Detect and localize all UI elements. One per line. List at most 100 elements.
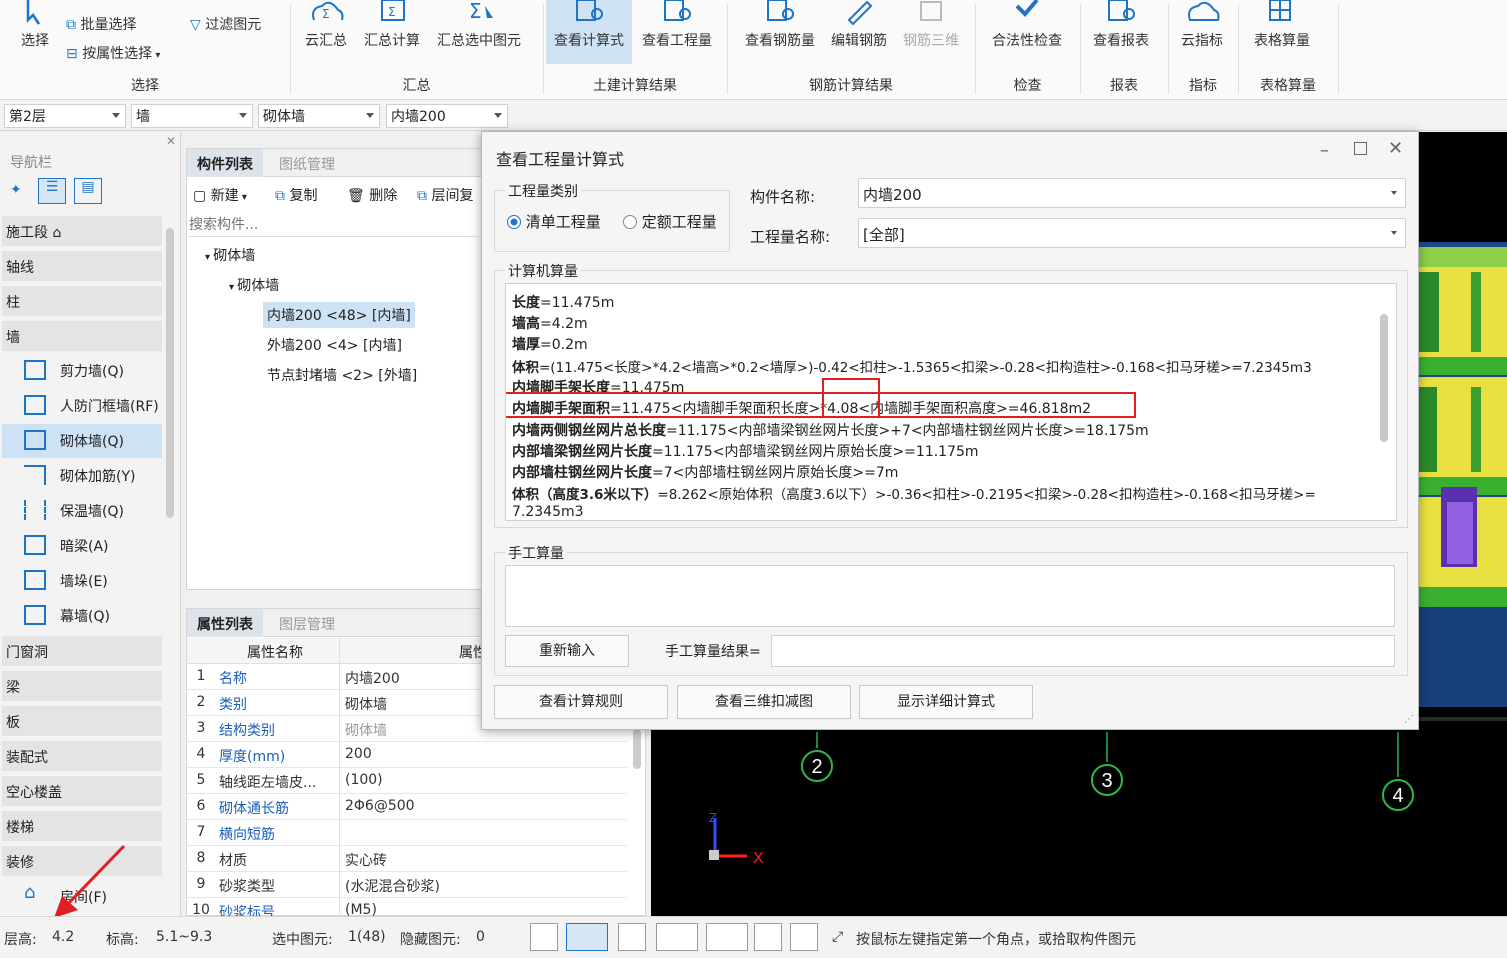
reenter-button[interactable]: 重新输入 [505,635,629,667]
property-row[interactable]: 4 厚度(mm) 200 [187,742,627,768]
subtype-select[interactable]: 砌体墙 [258,104,380,128]
validity-check-button[interactable]: 合法性检查 [984,0,1070,64]
copy-button[interactable]: ⧉ 复制 [275,185,317,205]
maximize-icon[interactable] [1354,142,1367,155]
view-report-button[interactable]: 查看报表 [1086,0,1156,64]
property-row[interactable]: 7 横向短筋 [187,820,627,846]
cloud-index-button[interactable]: 云指标 [1172,0,1232,64]
nav-category-axis[interactable]: 轴线 [2,251,162,281]
rebar-3d-button[interactable]: 钢筋三维 [898,0,964,64]
property-row[interactable]: 8 材质 实心砖 [187,846,627,872]
ortho-toggle-icon[interactable] [530,923,558,951]
edit-rebar-label: 编辑钢筋 [831,33,887,49]
tab-property-list[interactable]: 属性列表 [187,609,263,637]
nav-item-shear-wall[interactable]: 剪力墙(Q) [2,354,162,388]
view-rebar-button[interactable]: 查看钢筋量 [738,0,822,64]
tree-node-root[interactable]: ▾ 砌体墙 [205,245,255,265]
manual-result-field[interactable] [771,635,1395,667]
offset-snap-icon[interactable] [706,923,748,951]
pin-icon[interactable]: ✦ [10,182,22,198]
floor-select[interactable]: 第2层 [4,104,126,128]
property-row[interactable]: 6 砌体通长筋 2Φ6@500 [187,794,627,820]
component-select[interactable]: 内墙200 [386,104,508,128]
minimize-icon[interactable]: – [1320,140,1329,161]
filter-element-button[interactable]: ▽ 过滤图元 [190,14,261,34]
filter-label: 过滤图元 [205,17,262,33]
new-button[interactable]: ▢ 新建 ▾ [193,185,247,205]
nav-category-stairs[interactable]: 楼梯 [2,811,162,841]
show-detailed-formula-button[interactable]: 显示详细计算式 [859,685,1033,719]
view-calc-rules-button[interactable]: 查看计算规则 [494,685,668,719]
select-button[interactable]: 选择 [14,0,56,64]
layer-copy-button[interactable]: ⧉ 层间复 [417,185,473,205]
tab-layer-management[interactable]: 图层管理 [269,609,345,637]
batch-select-button[interactable]: ⧉ 批量选择 [66,14,136,34]
type-select[interactable]: 墙 [131,104,253,128]
floor-value: 第2层 [9,109,46,125]
component-search-input[interactable] [189,213,479,237]
edit-rebar-button[interactable]: 编辑钢筋 [826,0,892,64]
summary-calc-button[interactable]: Σ 汇总计算 [360,0,424,64]
list-view-icon[interactable]: ☰ [38,178,66,204]
view-3d-deduction-button[interactable]: 查看三维扣减图 [677,685,851,719]
nav-category-beam[interactable]: 梁 [2,671,162,701]
nav-scrollbar[interactable] [166,228,174,518]
tree-item[interactable]: 外墙200 <4> [内墙] [267,335,402,355]
nav-item-masonry-rebar[interactable]: 砌体加筋(Y) [2,459,162,493]
property-scrollbar[interactable] [633,729,641,769]
property-row[interactable]: 5 轴线距左墙皮... (100) [187,768,627,794]
nav-item-civil-defense-wall[interactable]: 人防门框墙(RF) [2,389,162,423]
radio-quota-quantity[interactable]: 定额工程量 [623,211,717,232]
nav-category-wall[interactable]: 墙 [2,321,162,351]
display-toggle-icon[interactable] [754,923,782,951]
tab-drawing-management[interactable]: 图纸管理 [269,149,345,177]
quantity-name-select[interactable]: [全部] [858,218,1406,248]
radio-bill-quantity[interactable]: 清单工程量 [507,211,601,232]
nav-title: 导航栏 [10,155,52,171]
select-label: 选择 [21,33,49,49]
formula-text-area[interactable]: 长度=11.475m 墙高=4.2m 墙厚=0.2m 体积=(11.475<长度… [505,283,1397,521]
nav-item-masonry-wall[interactable]: 砌体墙(Q) [2,424,162,458]
tree-item-selected[interactable]: 内墙200 <48> [内墙] [263,302,415,328]
property-name: 名称 [219,671,247,687]
nav-item-label: 暗梁(A) [60,539,109,555]
manual-calc-input[interactable] [505,565,1395,627]
nav-item-hidden-beam[interactable]: 暗梁(A) [2,529,162,563]
cross-select-icon[interactable] [618,923,646,951]
axis-label-2: 2 [811,756,822,778]
table-quantity-button[interactable]: 表格算量 [1244,0,1320,64]
selected-elements-label: 选中图元: [272,932,333,948]
view-quantity-button[interactable]: 查看工程量 [636,0,718,64]
nav-category-hollow-floor[interactable]: 空心楼盖 [2,776,162,806]
resize-grip-icon[interactable]: ⋰ [1404,714,1414,725]
formula-scrollbar[interactable] [1380,314,1388,442]
arc-mode-icon[interactable] [790,923,818,951]
detail-view-icon[interactable]: ▤ [74,178,102,204]
app-window: 选择 ⧉ 批量选择 ⊟ 按属性选择 ▾ ▽ 过滤图元 选择 Σ 云汇总 Σ 汇总… [0,0,1507,958]
nav-category-opening[interactable]: 门窗洞 [2,636,162,666]
property-row[interactable]: 9 砂浆类型 (水泥混合砂浆) [187,872,627,898]
tree-node-child[interactable]: ▾ 砌体墙 [229,275,279,295]
nav-item-curtain-wall[interactable]: 幕墙(Q) [2,599,162,633]
nav-category-column[interactable]: 柱 [2,286,162,316]
axis-label-4: 4 [1392,785,1403,807]
tab-component-list[interactable]: 构件列表 [187,149,263,177]
snap-mode-icon[interactable] [566,923,608,951]
navigation-panel: 导航栏 ✕ ✦ ☰ ▤ 施工段 ⌂ 轴线 柱 墙 剪力墙(Q) 人防门框墙(RF… [0,132,181,916]
close-icon[interactable]: ✕ [1388,138,1403,159]
by-property-select-button[interactable]: ⊟ 按属性选择 ▾ [66,43,160,63]
close-icon[interactable]: ✕ [166,134,176,148]
cloud-summary-button[interactable]: Σ 云汇总 [300,0,352,64]
summary-selected-button[interactable]: Σ 汇总选中图元 [432,0,526,64]
delete-button[interactable]: 🗑 删除 [347,185,397,205]
view-formula-button[interactable]: 查看计算式 [546,0,632,64]
nav-category-slab[interactable]: 板 [2,706,162,736]
nav-category-prefab[interactable]: 装配式 [2,741,162,771]
nav-item-insulation-wall[interactable]: 保温墙(Q) [2,494,162,528]
tree-item[interactable]: 节点封堵墙 <2> [外墙] [267,365,417,385]
nav-item-wall-pier[interactable]: 墙垛(E) [2,564,162,598]
annotation-red-arrow [54,844,126,918]
angle-snap-icon[interactable] [656,923,698,951]
component-name-select[interactable]: 内墙200 [858,178,1406,208]
nav-category-segment[interactable]: 施工段 ⌂ [2,216,162,246]
